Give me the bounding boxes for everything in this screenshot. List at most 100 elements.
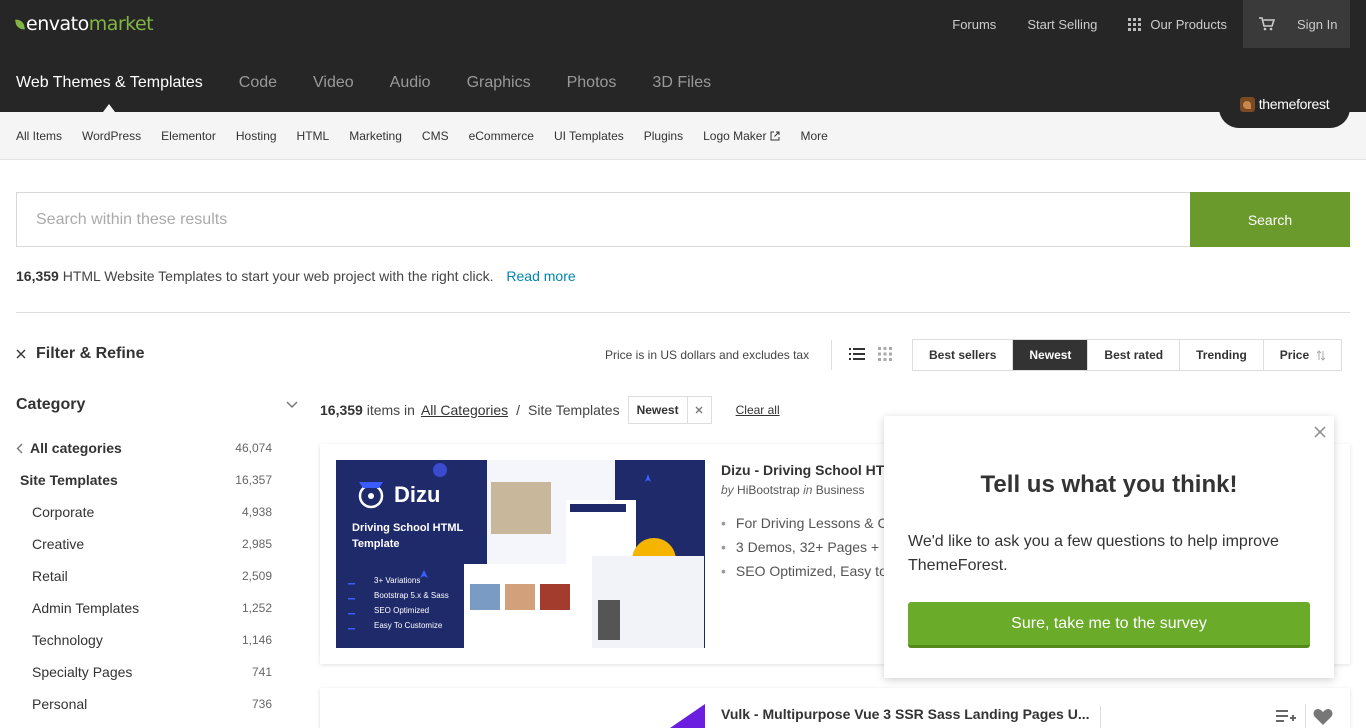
sort-price[interactable]: Price: [1263, 340, 1342, 370]
breadcrumb-all-categories[interactable]: All Categories: [421, 402, 508, 418]
themeforest-badge[interactable]: themeforest: [1219, 80, 1350, 128]
results-meta: 16,359 items in All Categories / Site Te…: [320, 396, 780, 424]
sort-newest[interactable]: Newest: [1013, 340, 1089, 370]
nav-graphics[interactable]: Graphics: [467, 74, 531, 92]
category-item-count: 736: [251, 697, 272, 711]
search-button[interactable]: Search: [1190, 192, 1350, 247]
category-site-templates[interactable]: Site Templates 16,357: [16, 472, 272, 488]
subnav-plugins[interactable]: Plugins: [644, 129, 683, 143]
envato-leaf-icon: [15, 17, 25, 31]
add-to-collection-icon[interactable]: [1276, 708, 1296, 724]
clear-all-link[interactable]: Clear all: [736, 403, 780, 417]
category-item[interactable]: Retail 2,509: [16, 568, 272, 584]
top-header: envato market Forums Start Selling Our Pr…: [0, 0, 1366, 112]
logo-maker-label: Logo Maker: [703, 128, 767, 143]
subnav-logo-maker[interactable]: Logo Maker: [703, 129, 780, 143]
read-more-link[interactable]: Read more: [506, 268, 575, 284]
item-title[interactable]: Vulk - Multipurpose Vue 3 SSR Sass Landi…: [721, 706, 1089, 722]
subnav-hosting[interactable]: Hosting: [236, 129, 277, 143]
divider: [16, 312, 1350, 313]
sort-best-rated[interactable]: Best rated: [1088, 340, 1181, 370]
heart-icon[interactable]: [1313, 708, 1333, 726]
category-all-wrap: All categories: [16, 440, 122, 456]
grid-view-icon[interactable]: [878, 347, 892, 361]
item-title[interactable]: Dizu - Driving School HTML: [721, 462, 905, 478]
nav-audio[interactable]: Audio: [390, 74, 431, 92]
category-item-count: 2,509: [241, 569, 272, 583]
category-all[interactable]: All categories 46,074: [16, 440, 272, 456]
cart-signin-area: Sign In: [1243, 0, 1350, 48]
thumb-bullet: SEO Optimized: [374, 606, 430, 615]
filter-refine-toggle[interactable]: Filter & Refine: [16, 345, 144, 363]
survey-popup: Tell us what you think! We'd like to ask…: [884, 416, 1334, 678]
survey-body: We'd like to ask you a few questions to …: [908, 533, 1279, 574]
category-item-label: Admin Templates: [32, 600, 140, 616]
category-item[interactable]: Specialty Pages 741: [16, 664, 272, 680]
category-item-count: 1,146: [241, 633, 272, 647]
take-survey-button[interactable]: Sure, take me to the survey: [908, 602, 1310, 648]
item-thumbnail[interactable]: Dizu Driving School HTML Template 3+ Var…: [336, 460, 705, 648]
start-selling-link[interactable]: Start Selling: [1027, 17, 1097, 32]
category-item[interactable]: Corporate 4,938: [16, 504, 272, 520]
themeforest-logo-icon: [1239, 96, 1255, 112]
our-products-link[interactable]: Our Products: [1128, 17, 1227, 32]
nav-photos[interactable]: Photos: [567, 74, 617, 92]
list-view-icon[interactable]: [849, 347, 865, 361]
search-input[interactable]: [16, 192, 1191, 247]
forums-link[interactable]: Forums: [952, 17, 996, 32]
category-item[interactable]: Admin Templates 1,252: [16, 600, 272, 616]
category-current-label: Site Templates: [20, 472, 118, 488]
item-author-link[interactable]: HiBootstrap: [737, 483, 800, 497]
top-links: Forums Start Selling Our Products Sign I…: [921, 0, 1350, 48]
item-thumbnail[interactable]: [670, 704, 705, 728]
subnav-cms[interactable]: CMS: [422, 129, 449, 143]
sort-trending[interactable]: Trending: [1180, 340, 1264, 370]
nav-3d-files[interactable]: 3D Files: [652, 74, 711, 92]
sort-best-sellers[interactable]: Best sellers: [913, 340, 1014, 370]
category-item-count: 4,938: [241, 505, 272, 519]
sort-price-label: Price: [1279, 348, 1310, 362]
category-item[interactable]: Technology 1,146: [16, 632, 272, 648]
category-all-label: All categories: [30, 440, 122, 456]
sign-in-link[interactable]: Sign In: [1297, 17, 1337, 32]
nav-video[interactable]: Video: [313, 74, 354, 92]
subnav-ui-templates[interactable]: UI Templates: [554, 129, 624, 143]
active-filter-chip: Newest: [627, 396, 712, 424]
themeforest-label: themeforest: [1258, 96, 1330, 112]
subnav-all-items[interactable]: All Items: [16, 129, 62, 143]
chip-remove-button[interactable]: [686, 397, 711, 423]
breadcrumb-current: Site Templates: [528, 402, 620, 418]
byline-in: in: [803, 483, 813, 497]
results-items-in: items in: [366, 402, 415, 418]
item-category-link[interactable]: Business: [816, 483, 865, 497]
close-icon[interactable]: [1314, 426, 1326, 438]
envato-market-logo[interactable]: envato market: [15, 13, 154, 35]
subnav-marketing[interactable]: Marketing: [349, 129, 402, 143]
subnav-elementor[interactable]: Elementor: [161, 129, 216, 143]
category-item-count: 2,985: [241, 537, 272, 551]
subnav-wordpress[interactable]: WordPress: [82, 129, 141, 143]
breadcrumb-separator: /: [516, 402, 520, 418]
subnav-more[interactable]: More: [800, 129, 827, 143]
results-count: 16,359: [320, 402, 363, 418]
subnav-ecommerce[interactable]: eCommerce: [469, 129, 534, 143]
nav-code[interactable]: Code: [239, 74, 277, 92]
thumb-brand: Dizu: [394, 482, 441, 507]
filter-title-label: Filter & Refine: [36, 345, 145, 362]
category-item[interactable]: Personal 736: [16, 696, 272, 712]
sub-nav: All Items WordPress Elementor Hosting HT…: [0, 112, 1366, 160]
category-header[interactable]: Category: [16, 396, 300, 414]
cart-icon[interactable]: [1259, 17, 1275, 31]
category-all-count: 46,074: [235, 441, 272, 455]
category-item-count: 741: [251, 665, 272, 679]
feature-item: For Driving Lessons & C: [721, 515, 892, 531]
category-item[interactable]: Creative 2,985: [16, 536, 272, 552]
subnav-html[interactable]: HTML: [297, 129, 330, 143]
grid-icon: [1128, 17, 1142, 31]
category-item-label: Corporate: [32, 504, 95, 520]
sort-options: Best sellers Newest Best rated Trending …: [912, 339, 1343, 371]
item-byline: by HiBootstrap in Business: [721, 483, 864, 497]
nav-web-themes[interactable]: Web Themes & Templates: [16, 74, 203, 112]
category-item-label: Retail: [32, 568, 68, 584]
our-products-label: Our Products: [1150, 16, 1227, 32]
